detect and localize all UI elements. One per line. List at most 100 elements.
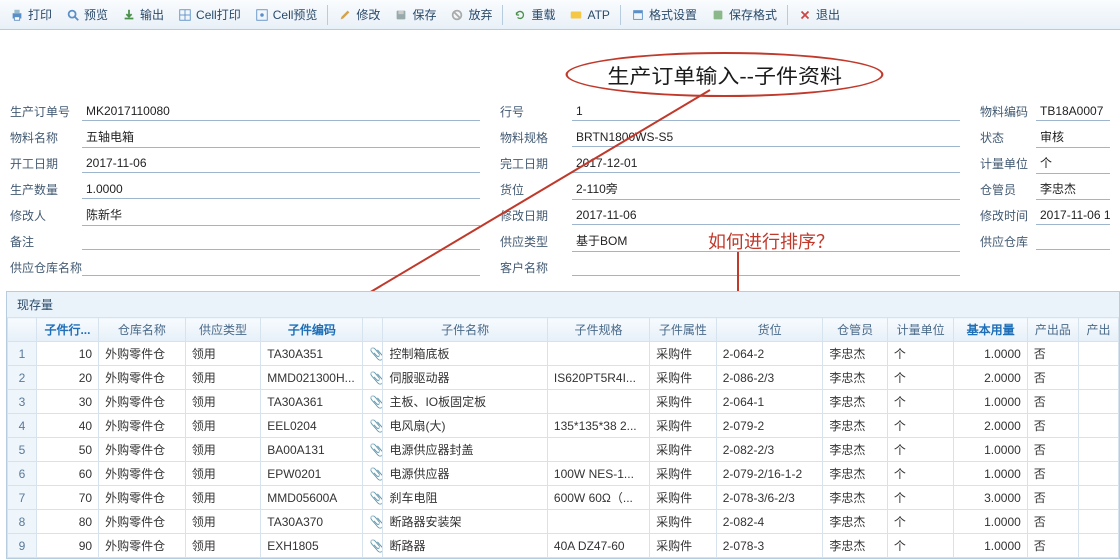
toolbar-saveformat-button[interactable]: 保存格式 — [705, 3, 783, 26]
cell-6-5[interactable]: 📎 — [363, 486, 383, 510]
col-header-14[interactable]: 产出 — [1078, 318, 1118, 342]
col-header-10[interactable]: 仓管员 — [823, 318, 887, 342]
attachment-icon[interactable]: 📎 — [369, 395, 381, 407]
attachment-icon[interactable]: 📎 — [369, 467, 381, 479]
page-title-callout: 生产订单输入--子件资料 — [566, 52, 884, 97]
cell-7-10: 李忠杰 — [823, 510, 887, 534]
toolbar-exit-button[interactable]: 退出 — [792, 3, 846, 26]
form-c3-value-5[interactable] — [1036, 232, 1110, 250]
cell-2-11: 个 — [887, 390, 954, 414]
table-row[interactable]: 440外购零件仓领用EEL0204📎电风扇(大)135*135*38 2...采… — [8, 414, 1119, 438]
form-c1-value-4[interactable]: 陈新华 — [82, 204, 480, 226]
col-header-12[interactable]: 基本用量 — [954, 318, 1027, 342]
cell-1-5[interactable]: 📎 — [363, 366, 383, 390]
form-c3-value-2[interactable]: 个 — [1036, 152, 1110, 174]
form-c2-value-0[interactable]: 1 — [572, 102, 960, 121]
attachment-icon[interactable]: 📎 — [369, 419, 381, 431]
annotation-text: 如何进行排序？ — [708, 228, 834, 254]
form-c2-value-6[interactable] — [572, 258, 960, 276]
col-header-9[interactable]: 货位 — [716, 318, 823, 342]
cell-4-14 — [1078, 438, 1118, 462]
cell-4-12: 1.0000 — [954, 438, 1027, 462]
form-c1-value-6[interactable] — [82, 258, 480, 276]
attachment-icon[interactable]: 📎 — [369, 539, 381, 551]
col-header-7[interactable]: 子件规格 — [547, 318, 649, 342]
cell-3-13: 否 — [1027, 414, 1078, 438]
toolbar-discard-button[interactable]: 放弃 — [444, 3, 498, 26]
col-header-4[interactable]: 子件编码 — [261, 318, 363, 342]
cell-2-13: 否 — [1027, 390, 1078, 414]
form-c2-value-3[interactable]: 2-110旁 — [572, 178, 960, 200]
cell-4-3: 领用 — [185, 438, 261, 462]
table-row[interactable]: 110外购零件仓领用TA30A351📎控制箱底板采购件2-064-2李忠杰个1.… — [8, 342, 1119, 366]
table-row[interactable]: 990外购零件仓领用EXH1805📎断路器40A DZ47-60采购件2-078… — [8, 534, 1119, 558]
toolbar-cellpreview-button[interactable]: Cell预览 — [249, 3, 324, 26]
table-row[interactable]: 770外购零件仓领用MMD05600A📎刹车电阻600W 60Ω（...采购件2… — [8, 486, 1119, 510]
col-header-11[interactable]: 计量单位 — [887, 318, 954, 342]
col-header-13[interactable]: 产出品 — [1027, 318, 1078, 342]
cell-3-1: 40 — [36, 414, 98, 438]
form-c1-value-5[interactable] — [82, 232, 480, 250]
cell-3-6: 电风扇(大) — [383, 414, 547, 438]
toolbar-preview-button[interactable]: 预览 — [60, 3, 114, 26]
cell-2-5[interactable]: 📎 — [363, 390, 383, 414]
form-c1-value-0[interactable]: MK2017110080 — [82, 102, 480, 121]
table-row[interactable]: 660外购零件仓领用EPW0201📎电源供应器100W NES-1...采购件2… — [8, 462, 1119, 486]
table-row[interactable]: 220外购零件仓领用MMD021300H...📎伺服驱动器IS620PT5R4I… — [8, 366, 1119, 390]
col-header-8[interactable]: 子件属性 — [650, 318, 717, 342]
toolbar-save-button[interactable]: 保存 — [388, 3, 442, 26]
cell-3-5[interactable]: 📎 — [363, 414, 383, 438]
cellprint-icon — [178, 8, 192, 22]
cell-4-5[interactable]: 📎 — [363, 438, 383, 462]
col-header-2[interactable]: 仓库名称 — [99, 318, 186, 342]
col-header-3[interactable]: 供应类型 — [185, 318, 261, 342]
form-c3-value-1[interactable]: 审核 — [1036, 126, 1110, 148]
col-header-1[interactable]: 子件行... — [36, 318, 98, 342]
cell-0-14 — [1078, 342, 1118, 366]
cell-5-5[interactable]: 📎 — [363, 462, 383, 486]
cell-8-5[interactable]: 📎 — [363, 534, 383, 558]
table-row[interactable]: 550外购零件仓领用BA00A131📎电源供应器封盖采购件2-082-2/3李忠… — [8, 438, 1119, 462]
form-c3-value-0[interactable]: TB18A0007 — [1036, 102, 1110, 121]
form-c1-value-3[interactable]: 1.0000 — [82, 180, 480, 199]
cell-8-8: 采购件 — [650, 534, 717, 558]
toolbar-reload-button[interactable]: 重载 — [507, 3, 561, 26]
table-row[interactable]: 330外购零件仓领用TA30A361📎主板、IO板固定板采购件2-064-1李忠… — [8, 390, 1119, 414]
form-c2-value-2[interactable]: 2017-12-01 — [572, 154, 960, 173]
form-c3-value-3[interactable]: 李忠杰 — [1036, 178, 1110, 200]
toolbar-format-button[interactable]: 格式设置 — [625, 3, 703, 26]
toolbar-export-button[interactable]: 输出 — [116, 3, 170, 26]
attachment-icon[interactable]: 📎 — [369, 515, 381, 527]
toolbar-cellprint-button[interactable]: Cell打印 — [172, 3, 247, 26]
form-c2-value-4[interactable]: 2017-11-06 — [572, 206, 960, 225]
toolbar-label: 打印 — [28, 6, 52, 23]
cell-7-5[interactable]: 📎 — [363, 510, 383, 534]
cell-6-7: 600W 60Ω（... — [547, 486, 649, 510]
cell-0-5[interactable]: 📎 — [363, 342, 383, 366]
cell-5-2: 外购零件仓 — [99, 462, 186, 486]
tab-inventory[interactable]: 现存量 — [7, 292, 1119, 317]
attachment-icon[interactable]: 📎 — [369, 443, 381, 455]
form-c1-value-1[interactable]: 五轴电箱 — [82, 126, 480, 148]
attachment-icon[interactable]: 📎 — [369, 347, 381, 359]
col-header-5[interactable] — [363, 318, 383, 342]
col-header-6[interactable]: 子件名称 — [383, 318, 547, 342]
export-icon — [122, 8, 136, 22]
attachment-icon[interactable]: 📎 — [369, 371, 381, 383]
form-c1-value-2[interactable]: 2017-11-06 — [82, 154, 480, 173]
cell-5-13: 否 — [1027, 462, 1078, 486]
form-c3-row-3: 仓管员李忠杰 — [980, 176, 1110, 202]
exit-icon — [798, 8, 812, 22]
form-c2-value-1[interactable]: BRTN1800WS-S5 — [572, 128, 960, 147]
cell-4-7 — [547, 438, 649, 462]
attachment-icon[interactable]: 📎 — [369, 491, 381, 503]
table-row[interactable]: 880外购零件仓领用TA30A370📎断路器安装架采购件2-082-4李忠杰个1… — [8, 510, 1119, 534]
cell-7-13: 否 — [1027, 510, 1078, 534]
cell-2-12: 1.0000 — [954, 390, 1027, 414]
toolbar-edit-button[interactable]: 修改 — [332, 3, 386, 26]
cell-6-14 — [1078, 486, 1118, 510]
form-c3-value-4[interactable]: 2017-11-06 14:0 — [1036, 206, 1110, 225]
toolbar-print-button[interactable]: 打印 — [4, 3, 58, 26]
toolbar-atp-button[interactable]: ATP — [563, 5, 615, 25]
col-header-0[interactable] — [8, 318, 37, 342]
